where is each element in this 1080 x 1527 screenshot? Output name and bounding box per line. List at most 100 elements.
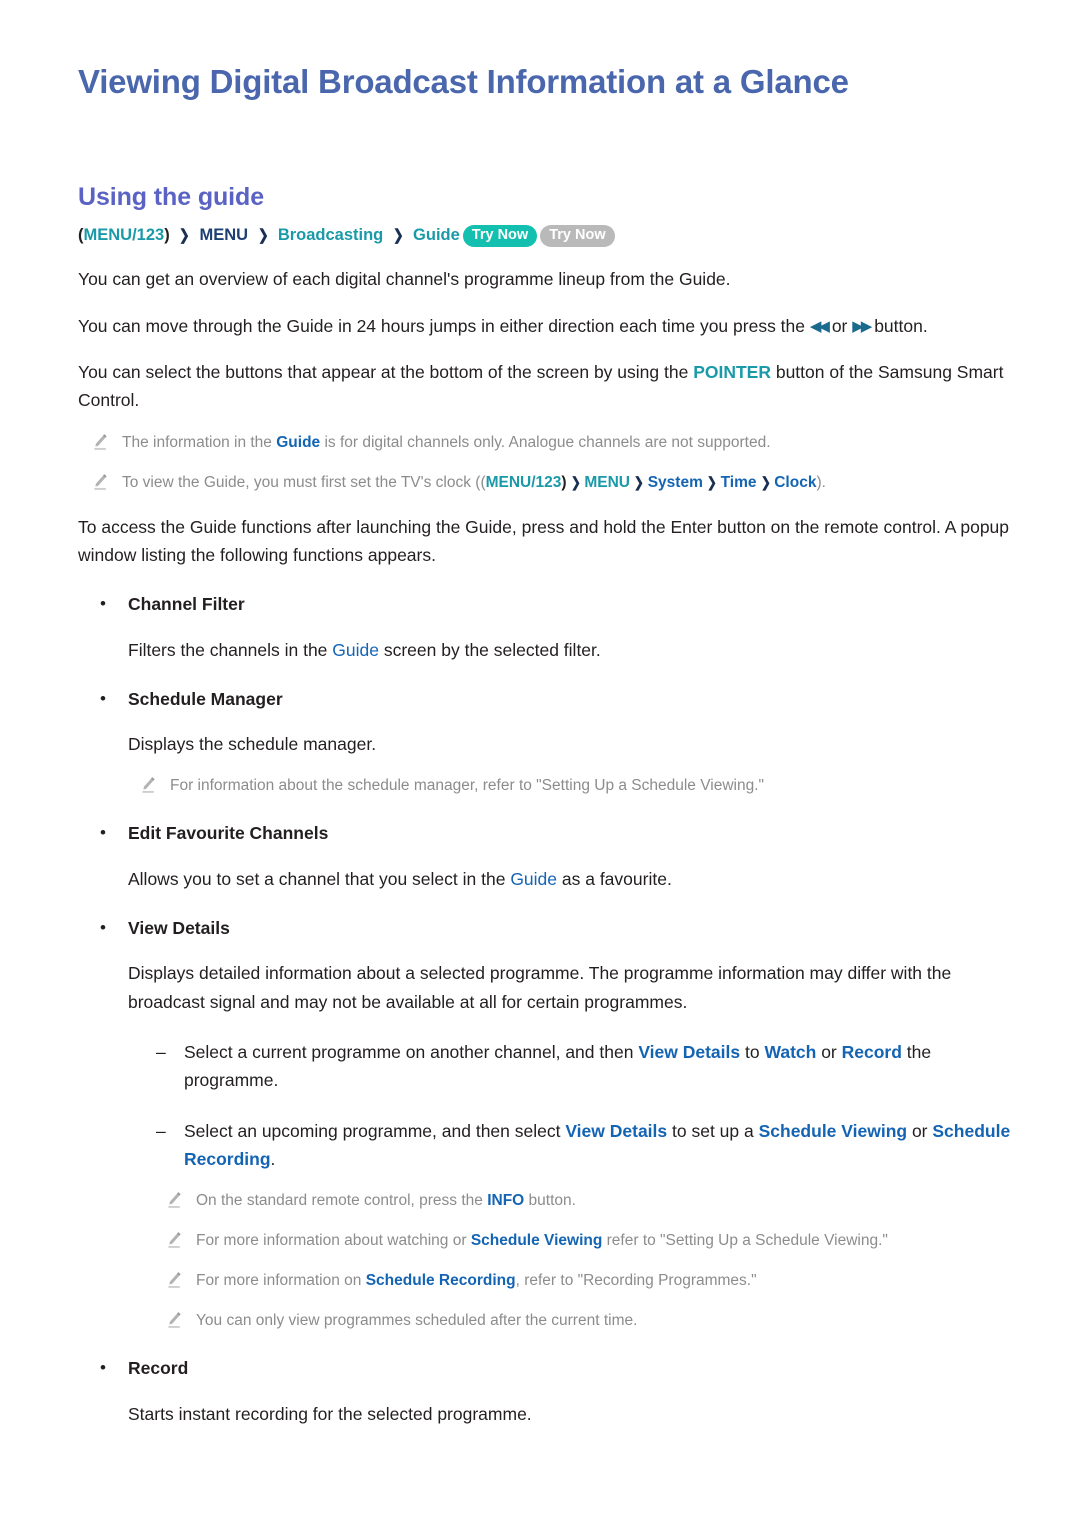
chevron-right-icon: ❯ [257,226,269,244]
pencil-icon [94,433,107,450]
function-label: Edit Favourite Channels [128,823,329,844]
bullet-icon [100,686,128,712]
note-text: To view the Guide, you must first set th… [122,471,826,495]
note-link-guide: Guide [276,433,321,451]
intro-p2-text-a: You can move through the Guide in 24 hou… [78,315,810,336]
note-text-b: refer to "Setting Up a Schedule Viewing.… [602,1232,888,1250]
note-text-b: button. [524,1192,576,1210]
pencil-icon [168,1232,181,1249]
sub-item-upcoming-programme: Select an upcoming programme, and then s… [156,1117,1018,1174]
pencil-icon [142,777,155,794]
inline-link-guide: Guide [332,639,379,660]
note-text-a: The information in the [122,433,277,451]
function-label: Schedule Manager [128,688,283,709]
dash-text-d: . [270,1149,276,1170]
bullet-icon [100,591,128,617]
bullet-icon [100,915,128,941]
intro-paragraph-2: You can move through the Guide in 24 hou… [78,312,1018,340]
keyword-schedule-viewing: Schedule Viewing [758,1120,908,1141]
chevron-right-icon: ❯ [706,473,717,490]
function-description-view-details: Displays detailed information about a se… [128,963,952,1012]
chevron-right-icon: ❯ [633,473,644,490]
keyword-schedule-recording: Schedule Recording [365,1272,516,1290]
function-label: Record [128,1358,189,1379]
rewind-icon: ◀◀ [809,317,830,335]
dash-text-a: Select a current programme on another ch… [184,1041,639,1062]
note-item-current-time: You can only view programmes scheduled a… [166,1309,1018,1333]
breadcrumb-item-guide[interactable]: Guide [413,226,460,244]
fast-forward-icon: ▶▶ [852,317,872,335]
pencil-icon [168,1192,181,1209]
intro-p2-text-b: or [826,315,853,336]
note-text-b: is for digital channels only. Analogue c… [320,433,771,451]
note-item-clock: To view the Guide, you must first set th… [92,471,1018,495]
intro-p2-text-c: button. [869,315,928,336]
pencil-icon [168,1272,181,1289]
try-now-badge-secondary[interactable]: Try Now [540,224,615,248]
function-description-edit-favourite-channels: Allows you to set a channel that you sel… [128,865,1018,893]
sub-item-text: Select an upcoming programme, and then s… [184,1117,1018,1174]
note-text: For more information on Schedule Recordi… [196,1269,757,1293]
breadcrumb-item-menu123[interactable]: MENU/123 [84,226,165,244]
keyword-view-details: View Details [638,1041,741,1062]
note-item: The information in the Guide is for digi… [92,431,1018,455]
function-description-schedule-manager: Displays the schedule manager. [128,734,377,755]
function-item-record: Record [100,1355,1018,1381]
keyword-schedule-viewing: Schedule Viewing [470,1232,603,1250]
document-page: Viewing Digital Broadcast Information at… [0,0,1080,1527]
note-text-a: For more information on [196,1272,366,1290]
sub-item-text: Select a current programme on another ch… [184,1038,1018,1095]
keyword-info: INFO [487,1192,525,1210]
note-text: The information in the Guide is for digi… [122,431,771,455]
dash-text-a: Select an upcoming programme, and then s… [184,1120,566,1141]
note-breadcrumb-time: Time [720,473,757,491]
breadcrumb: (MENU/123) ❯ MENU ❯ Broadcasting ❯ Guide… [78,224,1018,248]
access-paragraph: To access the Guide functions after laun… [78,516,1010,565]
bullet-icon [100,1355,128,1381]
note-text: For information about the schedule manag… [170,777,765,795]
function-item-edit-favourite-channels: Edit Favourite Channels [100,820,1018,846]
keyword-record: Record [841,1041,902,1062]
function-item-view-details: View Details [100,915,1018,941]
note-text: On the standard remote control, press th… [196,1189,576,1213]
note-text-a: For more information about watching or [196,1232,471,1250]
page-title: Viewing Digital Broadcast Information at… [78,63,849,100]
note-clock-text-a: To view the Guide, you must first set th… [122,473,486,491]
dash-text-b: to set up a [667,1120,759,1141]
note-item-info-button: On the standard remote control, press th… [166,1189,1018,1213]
dash-icon [156,1038,184,1095]
breadcrumb-item-menu[interactable]: MENU [199,226,248,244]
try-now-badge-primary[interactable]: Try Now [462,224,538,248]
function-item-channel-filter: Channel Filter [100,591,1018,617]
chevron-right-icon: ❯ [570,473,581,490]
desc-text-a: Allows you to set a channel that you sel… [128,868,511,889]
function-description-record: Starts instant recording for the selecte… [128,1403,532,1424]
dash-text-c: or [816,1041,842,1062]
keyword-view-details: View Details [565,1120,668,1141]
intro-paragraph-3: You can select the buttons that appear a… [78,358,1018,415]
dash-text-c: or [907,1120,933,1141]
sub-item-current-programme: Select a current programme on another ch… [156,1038,1018,1095]
breadcrumb-item-broadcasting[interactable]: Broadcasting [278,226,383,244]
note-breadcrumb-menu123: MENU/123 [485,473,562,491]
note-breadcrumb-system: System [647,473,703,491]
note-item-schedule-viewing: For more information about watching or S… [166,1229,1018,1253]
note-item-schedule-recording: For more information on Schedule Recordi… [166,1269,1018,1293]
keyword-watch: Watch [764,1041,817,1062]
intro-paragraph-1: You can get an overview of each digital … [78,269,731,290]
note-text: You can only view programmes scheduled a… [196,1312,638,1330]
function-label: View Details [128,918,230,939]
note-breadcrumb-menu: MENU [584,473,630,491]
desc-text-a: Filters the channels in the [128,639,333,660]
breadcrumb-close-paren: ) [164,225,170,244]
note-text-b: , refer to "Recording Programmes." [515,1272,757,1290]
desc-text-b: screen by the selected filter. [378,639,601,660]
inline-link-guide: Guide [510,868,558,889]
desc-text-b: as a favourite. [557,868,672,889]
chevron-right-icon: ❯ [760,473,771,490]
note-breadcrumb-close-paren: ) [561,473,567,491]
bullet-icon [100,820,128,846]
function-description-channel-filter: Filters the channels in the Guide screen… [128,636,1018,664]
chevron-right-icon: ❯ [392,226,404,244]
intro-p3-text-a: You can select the buttons that appear a… [78,361,694,382]
